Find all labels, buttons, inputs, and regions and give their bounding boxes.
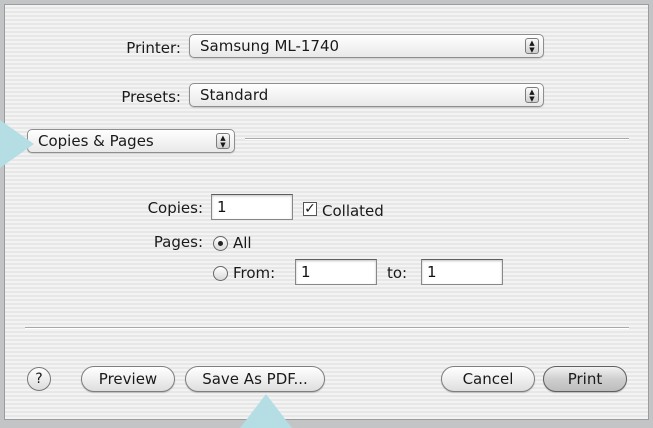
to-field[interactable]: [421, 259, 503, 285]
up-down-arrows-icon: ▲ ▼: [525, 38, 539, 54]
bottom-separator: [25, 327, 629, 329]
help-button[interactable]: ?: [27, 367, 51, 391]
to-input[interactable]: [422, 260, 502, 284]
copies-label: Copies:: [147, 199, 203, 217]
collated-label: Collated: [322, 202, 384, 220]
print-button[interactable]: Print: [543, 366, 627, 392]
printer-popup[interactable]: Samsung ML-1740 ▲ ▼: [189, 34, 544, 58]
collated-checkbox[interactable]: ✓: [303, 202, 317, 216]
presets-value: Standard: [200, 86, 269, 104]
copies-field[interactable]: [211, 194, 293, 220]
preview-button[interactable]: Preview: [81, 366, 175, 392]
presets-label: Presets:: [121, 88, 181, 106]
pages-all-label: All: [233, 234, 252, 252]
from-input[interactable]: [296, 260, 376, 284]
copies-input[interactable]: [212, 195, 292, 219]
print-dialog: Printer: Samsung ML-1740 ▲ ▼ Presets: Sta…: [4, 4, 649, 420]
to-label: to:: [387, 264, 408, 282]
question-mark-icon: ?: [35, 371, 43, 387]
checkmark-icon: ✓: [304, 201, 316, 217]
up-down-arrows-icon: ▲ ▼: [216, 133, 230, 149]
presets-popup[interactable]: Standard ▲ ▼: [189, 83, 544, 107]
from-label: From:: [233, 264, 276, 282]
cancel-button[interactable]: Cancel: [441, 366, 535, 392]
pages-from-radio[interactable]: [213, 266, 228, 281]
pages-all-radio[interactable]: [213, 236, 228, 251]
up-down-arrows-icon: ▲ ▼: [525, 87, 539, 103]
callout-arrow-left: [0, 120, 34, 168]
printer-value: Samsung ML-1740: [200, 37, 340, 55]
from-field[interactable]: [295, 259, 377, 285]
callout-arrow-bottom: [240, 394, 292, 428]
printer-label: Printer:: [126, 39, 181, 57]
section-value: Copies & Pages: [38, 132, 154, 150]
pages-label: Pages:: [153, 233, 203, 251]
save-as-pdf-button[interactable]: Save As PDF...: [185, 366, 325, 392]
section-popup[interactable]: Copies & Pages ▲ ▼: [27, 129, 235, 153]
section-separator: [245, 138, 629, 140]
